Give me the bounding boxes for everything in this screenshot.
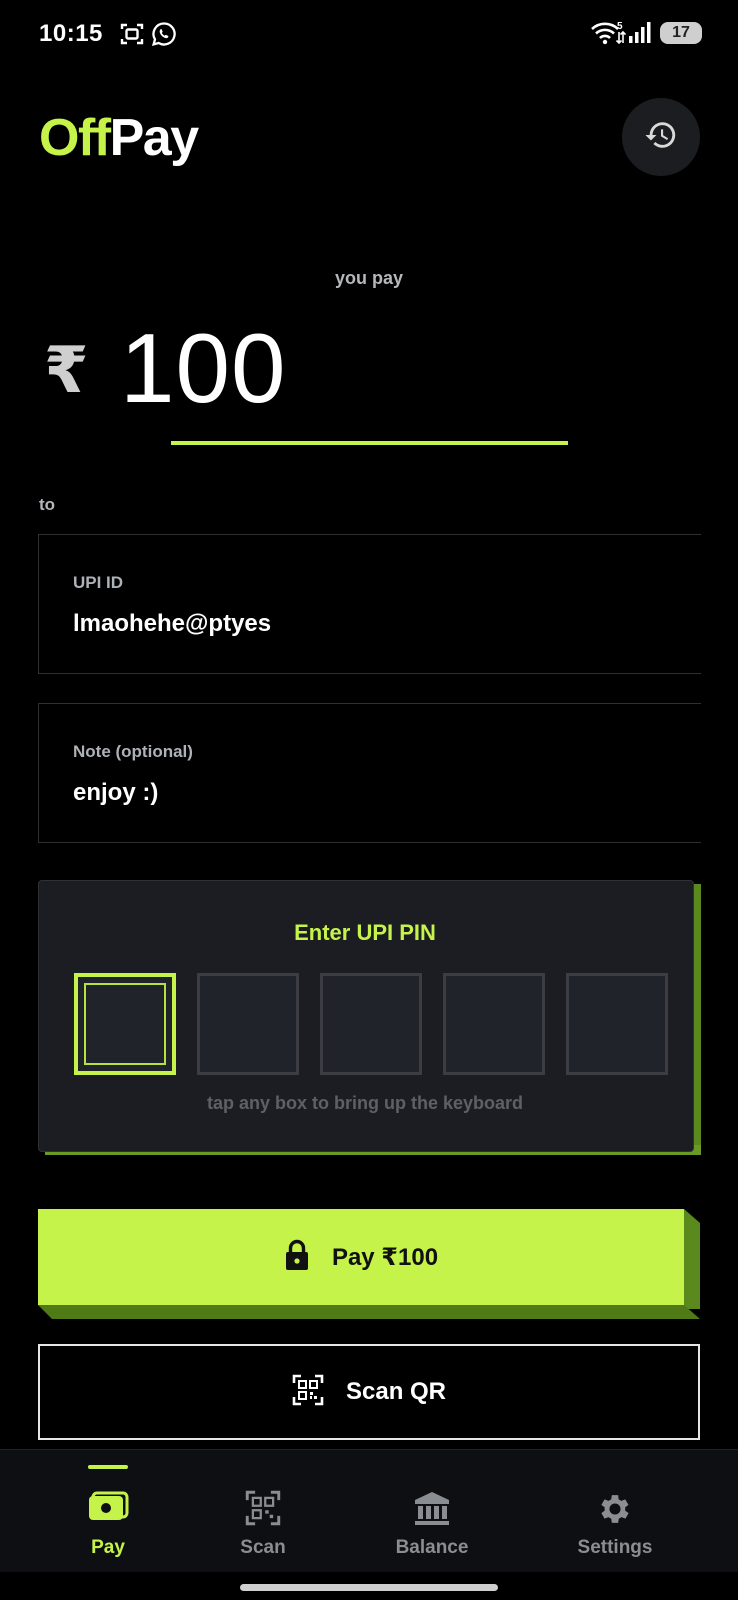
to-label: to: [39, 495, 56, 514]
signal-icon: [628, 22, 652, 49]
app-logo: OffPay: [39, 108, 200, 168]
gear-icon: [596, 1490, 634, 1533]
wallet-icon: [87, 1490, 129, 1531]
status-time: 10:15: [39, 20, 103, 47]
nav-item-pay[interactable]: Pay: [48, 1450, 168, 1572]
battery-indicator: 17: [660, 22, 702, 44]
upi-id-value[interactable]: lmaohehe@ptyes: [73, 610, 271, 638]
qr-scan-icon: [245, 1490, 281, 1531]
qr-scan-icon: [292, 1374, 324, 1411]
pin-box-3[interactable]: [320, 973, 422, 1075]
nav-label-balance: Balance: [395, 1537, 469, 1558]
logo-rest: Pay: [109, 109, 200, 167]
wifi-icon: 5: [590, 20, 627, 51]
bottom-navigation: Pay Scan Balance Settings: [0, 1449, 738, 1572]
screen-record-icon: [120, 22, 144, 51]
network-badge: 5: [617, 21, 623, 32]
history-button[interactable]: [622, 98, 700, 176]
status-bar: 10:15 5 17: [0, 0, 738, 70]
pin-title: Enter UPI PIN: [294, 920, 436, 945]
nav-label-scan: Scan: [240, 1537, 286, 1558]
nav-label-pay: Pay: [91, 1537, 125, 1558]
logo-accent: Off: [39, 109, 111, 167]
you-pay-label: you pay: [334, 268, 404, 288]
history-icon: [644, 118, 678, 157]
pin-hint: tap any box to bring up the keyboard: [206, 1093, 524, 1113]
nav-item-scan[interactable]: Scan: [203, 1450, 323, 1572]
pay-button-shadow-right: [684, 1209, 700, 1309]
nav-active-indicator: [88, 1465, 128, 1469]
nav-label-settings: Settings: [577, 1537, 653, 1558]
currency-symbol: ₹: [44, 334, 89, 406]
amount-input[interactable]: 100: [120, 312, 287, 424]
nav-item-balance[interactable]: Balance: [372, 1450, 492, 1572]
pay-button-shadow-bottom: [38, 1305, 700, 1319]
note-value[interactable]: enjoy :): [73, 779, 158, 807]
pin-box-4[interactable]: [443, 973, 545, 1075]
amount-underline: [171, 441, 568, 445]
nav-item-settings[interactable]: Settings: [555, 1450, 675, 1572]
whatsapp-icon: [151, 21, 177, 52]
lock-icon: [284, 1239, 310, 1276]
note-field[interactable]: Note (optional) enjoy :): [38, 703, 701, 843]
pin-box-5[interactable]: [566, 973, 668, 1075]
home-indicator[interactable]: [240, 1584, 498, 1591]
pay-button-label: Pay ₹100: [331, 1243, 439, 1271]
upi-id-label: UPI ID: [73, 573, 124, 592]
scan-qr-button[interactable]: Scan QR: [38, 1344, 700, 1440]
bank-icon: [413, 1490, 451, 1533]
note-label: Note (optional): [73, 742, 193, 761]
scan-qr-label: Scan QR: [345, 1378, 447, 1405]
upi-id-field[interactable]: UPI ID lmaohehe@ptyes: [38, 534, 701, 674]
pay-button[interactable]: Pay ₹100: [38, 1209, 684, 1305]
pin-box-2[interactable]: [197, 973, 299, 1075]
pin-box-1[interactable]: [74, 973, 176, 1075]
